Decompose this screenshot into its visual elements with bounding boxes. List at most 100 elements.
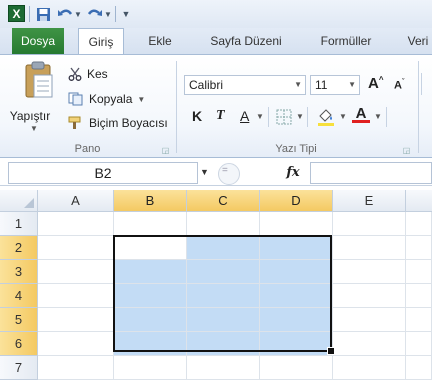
font-launcher-icon[interactable]: ◲	[402, 146, 411, 155]
cell-f7[interactable]	[406, 356, 432, 380]
cell-e3[interactable]	[333, 260, 406, 284]
cell-b6[interactable]	[114, 332, 187, 356]
cell-f4[interactable]	[406, 284, 432, 308]
cell-f2[interactable]	[406, 236, 432, 260]
cell-e2[interactable]	[333, 236, 406, 260]
cell-b2[interactable]	[114, 236, 187, 260]
row-header-5[interactable]: 5	[0, 308, 38, 332]
cell-f6[interactable]	[406, 332, 432, 356]
underline-dropdown-icon[interactable]: ▼	[256, 112, 264, 121]
row-header-2[interactable]: 2	[0, 236, 38, 260]
row-header-7[interactable]: 7	[0, 356, 38, 380]
clipboard-launcher-icon[interactable]: ◲	[161, 146, 170, 155]
name-box-dropdown-icon[interactable]: ▼	[200, 167, 209, 177]
cell-c7[interactable]	[187, 356, 260, 380]
italic-button[interactable]: T	[216, 108, 225, 124]
font-color-icon[interactable]: A	[352, 105, 370, 127]
cell-e4[interactable]	[333, 284, 406, 308]
cell-b3[interactable]	[114, 260, 187, 284]
bold-button[interactable]: K	[192, 108, 202, 124]
tab-formulas[interactable]: Formüller	[310, 28, 382, 54]
cell-a5[interactable]	[38, 308, 114, 332]
cell-f3[interactable]	[406, 260, 432, 284]
cell-b7[interactable]	[114, 356, 187, 380]
cell-c4[interactable]	[187, 284, 260, 308]
tab-data[interactable]: Veri	[398, 28, 432, 54]
column-header-e[interactable]: E	[333, 190, 406, 212]
format-painter-button[interactable]: Biçim Boyacısı	[68, 116, 168, 130]
column-header-d[interactable]: D	[260, 190, 333, 212]
copy-button[interactable]: Kopyala ▼	[68, 92, 145, 106]
row-header-4[interactable]: 4	[0, 284, 38, 308]
font-color-dropdown-icon[interactable]: ▼	[374, 112, 382, 121]
borders-dropdown-icon[interactable]: ▼	[296, 112, 304, 121]
cell-a7[interactable]	[38, 356, 114, 380]
tab-file[interactable]: Dosya	[12, 28, 64, 54]
cell-f1[interactable]	[406, 212, 432, 236]
tab-page-layout[interactable]: Sayfa Düzeni	[196, 28, 296, 54]
cell-a6[interactable]	[38, 332, 114, 356]
format-painter-icon	[68, 116, 81, 129]
select-all-corner[interactable]	[0, 190, 38, 212]
name-box[interactable]: B2	[8, 162, 198, 184]
underline-button[interactable]: A	[240, 108, 249, 124]
copy-dropdown-icon[interactable]: ▼	[137, 95, 145, 104]
tab-home[interactable]: Giriş	[78, 28, 124, 55]
save-icon[interactable]	[34, 5, 52, 23]
fill-color-icon[interactable]	[316, 107, 336, 127]
tab-insert[interactable]: Ekle	[140, 28, 180, 54]
chevron-down-icon: ▼	[294, 80, 302, 89]
shrink-font-button[interactable]: Aˇ	[394, 79, 404, 92]
fill-color-dropdown-icon[interactable]: ▼	[339, 112, 347, 121]
excel-icon[interactable]: X	[8, 5, 25, 22]
cell-c3[interactable]	[187, 260, 260, 284]
cell-a2[interactable]	[38, 236, 114, 260]
formula-input[interactable]	[310, 162, 432, 184]
column-header-a[interactable]: A	[38, 190, 114, 212]
cell-b4[interactable]	[114, 284, 187, 308]
font-name-combo[interactable]: Calibri ▼	[184, 75, 306, 95]
column-header-c[interactable]: C	[187, 190, 260, 212]
cell-c1[interactable]	[187, 212, 260, 236]
cell-c2[interactable]	[187, 236, 260, 260]
redo-dropdown-icon[interactable]: ▼	[104, 5, 112, 23]
cell-e7[interactable]	[333, 356, 406, 380]
cell-e6[interactable]	[333, 332, 406, 356]
cell-d3[interactable]	[260, 260, 333, 284]
cell-c5[interactable]	[187, 308, 260, 332]
cell-d1[interactable]	[260, 212, 333, 236]
row-header-3[interactable]: 3	[0, 260, 38, 284]
column-header-b[interactable]: B	[114, 190, 187, 212]
cell-d5[interactable]	[260, 308, 333, 332]
undo-icon[interactable]	[56, 5, 74, 23]
cell-a1[interactable]	[38, 212, 114, 236]
insert-function-button[interactable]: fx	[278, 161, 308, 185]
cell-d4[interactable]	[260, 284, 333, 308]
cell-d7[interactable]	[260, 356, 333, 380]
grow-font-button[interactable]: A^	[368, 75, 384, 92]
column-header-f[interactable]	[406, 190, 432, 212]
row-header-1[interactable]: 1	[0, 212, 38, 236]
cell-f5[interactable]	[406, 308, 432, 332]
fill-handle[interactable]	[327, 347, 335, 355]
cell-e5[interactable]	[333, 308, 406, 332]
redo-icon[interactable]	[86, 5, 104, 23]
customize-icon[interactable]: ▼	[120, 5, 132, 23]
paste-button[interactable]: Yapıştır	[0, 109, 60, 123]
row-header-6[interactable]: 6	[0, 332, 38, 356]
cell-d6[interactable]	[260, 332, 333, 356]
cell-d2[interactable]	[260, 236, 333, 260]
paste-icon[interactable]	[20, 61, 56, 101]
undo-dropdown-icon[interactable]: ▼	[74, 5, 82, 23]
cell-a3[interactable]	[38, 260, 114, 284]
cell-b1[interactable]	[114, 212, 187, 236]
paste-dropdown-icon[interactable]: ▼	[30, 124, 38, 133]
cell-b5[interactable]	[114, 308, 187, 332]
font-size-combo[interactable]: 11 ▼	[310, 75, 360, 95]
cut-button[interactable]: Kes	[68, 67, 108, 81]
cell-a4[interactable]	[38, 284, 114, 308]
cell-e1[interactable]	[333, 212, 406, 236]
separator	[115, 6, 116, 22]
borders-icon[interactable]	[276, 109, 292, 125]
cell-c6[interactable]	[187, 332, 260, 356]
